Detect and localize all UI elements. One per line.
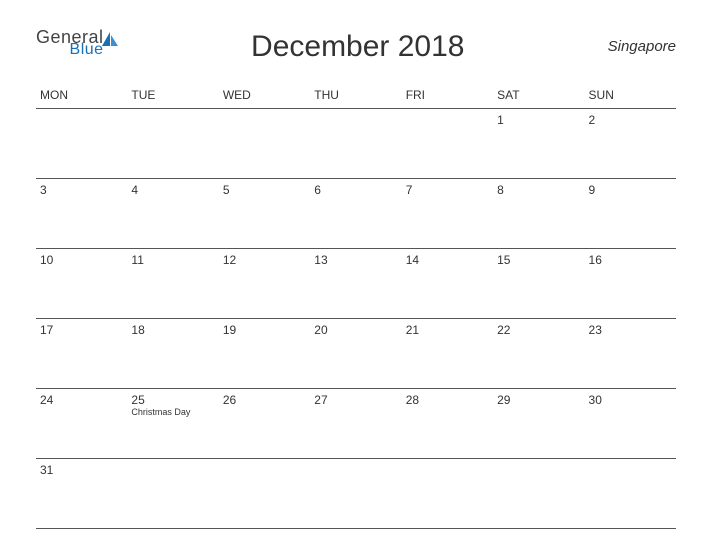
day-number: 30 bbox=[589, 393, 672, 407]
calendar-day: 31 bbox=[36, 459, 127, 529]
calendar-day: 28 bbox=[402, 389, 493, 459]
calendar-day: 17 bbox=[36, 319, 127, 389]
day-number: 4 bbox=[131, 183, 214, 197]
dow-fri: FRI bbox=[402, 82, 493, 109]
calendar-day: 13 bbox=[310, 249, 401, 319]
day-number: 19 bbox=[223, 323, 306, 337]
day-number: 16 bbox=[589, 253, 672, 267]
calendar-day bbox=[219, 459, 310, 529]
calendar-day: 16 bbox=[585, 249, 676, 319]
calendar-week: 3456789 bbox=[36, 179, 676, 249]
day-number: 3 bbox=[40, 183, 123, 197]
calendar-grid: MON TUE WED THU FRI SAT SUN 123456789101… bbox=[36, 82, 676, 529]
calendar-day bbox=[493, 459, 584, 529]
day-number: 14 bbox=[406, 253, 489, 267]
calendar-week: 10 11 12 13 14 15 16 bbox=[36, 249, 676, 319]
day-number: 18 bbox=[131, 323, 214, 337]
calendar-day: 24 bbox=[36, 389, 127, 459]
calendar-day: 11 bbox=[127, 249, 218, 319]
calendar-day: 2 bbox=[585, 109, 676, 179]
day-number: 5 bbox=[223, 183, 306, 197]
day-of-week-row: MON TUE WED THU FRI SAT SUN bbox=[36, 82, 676, 109]
calendar-day: 27 bbox=[310, 389, 401, 459]
day-number: 7 bbox=[406, 183, 489, 197]
day-number: 31 bbox=[40, 463, 123, 477]
calendar-day bbox=[127, 459, 218, 529]
calendar-week: 24 25Christmas Day 26 27 28 29 30 bbox=[36, 389, 676, 459]
day-number: 10 bbox=[40, 253, 123, 267]
calendar-day bbox=[219, 109, 310, 179]
day-number: 21 bbox=[406, 323, 489, 337]
calendar-day: 29 bbox=[493, 389, 584, 459]
calendar-day: 18 bbox=[127, 319, 218, 389]
calendar-day: 22 bbox=[493, 319, 584, 389]
day-number: 22 bbox=[497, 323, 580, 337]
day-number: 2 bbox=[589, 113, 672, 127]
calendar-day: 10 bbox=[36, 249, 127, 319]
day-number: 26 bbox=[223, 393, 306, 407]
day-number: 11 bbox=[131, 253, 214, 267]
calendar-day: 1 bbox=[493, 109, 584, 179]
calendar-day: 26 bbox=[219, 389, 310, 459]
calendar-day: 8 bbox=[493, 179, 584, 249]
calendar-week: 12 bbox=[36, 109, 676, 179]
calendar-day: 6 bbox=[310, 179, 401, 249]
brand-logo-text: General Blue bbox=[36, 28, 104, 58]
calendar-day: 3 bbox=[36, 179, 127, 249]
calendar-title: December 2018 bbox=[120, 30, 596, 64]
day-number: 9 bbox=[589, 183, 672, 197]
calendar-day bbox=[127, 109, 218, 179]
calendar-day: 12 bbox=[219, 249, 310, 319]
day-number: 15 bbox=[497, 253, 580, 267]
calendar-header: General Blue December 2018 Singapore bbox=[36, 28, 676, 64]
calendar-day: 15 bbox=[493, 249, 584, 319]
calendar-day: 19 bbox=[219, 319, 310, 389]
logo-line-2: Blue bbox=[70, 42, 104, 58]
calendar-week: 31 bbox=[36, 459, 676, 529]
brand-logo: General Blue bbox=[36, 28, 120, 58]
day-number: 6 bbox=[314, 183, 397, 197]
dow-sun: SUN bbox=[585, 82, 676, 109]
calendar-day bbox=[310, 109, 401, 179]
calendar-day: 23 bbox=[585, 319, 676, 389]
calendar-day bbox=[402, 109, 493, 179]
calendar-day: 20 bbox=[310, 319, 401, 389]
calendar-day: 5 bbox=[219, 179, 310, 249]
calendar-day: 7 bbox=[402, 179, 493, 249]
calendar-week: 17 18 19 20 21 22 23 bbox=[36, 319, 676, 389]
day-number: 28 bbox=[406, 393, 489, 407]
calendar-day: 4 bbox=[127, 179, 218, 249]
day-number: 20 bbox=[314, 323, 397, 337]
calendar-day bbox=[310, 459, 401, 529]
calendar-day: 30 bbox=[585, 389, 676, 459]
day-number: 24 bbox=[40, 393, 123, 407]
dow-wed: WED bbox=[219, 82, 310, 109]
calendar-day: 25Christmas Day bbox=[127, 389, 218, 459]
dow-sat: SAT bbox=[493, 82, 584, 109]
dow-mon: MON bbox=[36, 82, 127, 109]
day-number: 25 bbox=[131, 393, 214, 407]
day-number: 29 bbox=[497, 393, 580, 407]
day-number: 23 bbox=[589, 323, 672, 337]
calendar-day bbox=[402, 459, 493, 529]
day-number: 27 bbox=[314, 393, 397, 407]
day-number: 13 bbox=[314, 253, 397, 267]
dow-thu: THU bbox=[310, 82, 401, 109]
day-number: 17 bbox=[40, 323, 123, 337]
sail-icon bbox=[100, 30, 120, 54]
day-event: Christmas Day bbox=[131, 408, 214, 418]
day-number: 1 bbox=[497, 113, 580, 127]
calendar-day bbox=[36, 109, 127, 179]
calendar-day bbox=[585, 459, 676, 529]
day-number: 12 bbox=[223, 253, 306, 267]
calendar-day: 14 bbox=[402, 249, 493, 319]
calendar-day: 9 bbox=[585, 179, 676, 249]
region-label: Singapore bbox=[596, 38, 676, 55]
day-number: 8 bbox=[497, 183, 580, 197]
calendar-day: 21 bbox=[402, 319, 493, 389]
dow-tue: TUE bbox=[127, 82, 218, 109]
